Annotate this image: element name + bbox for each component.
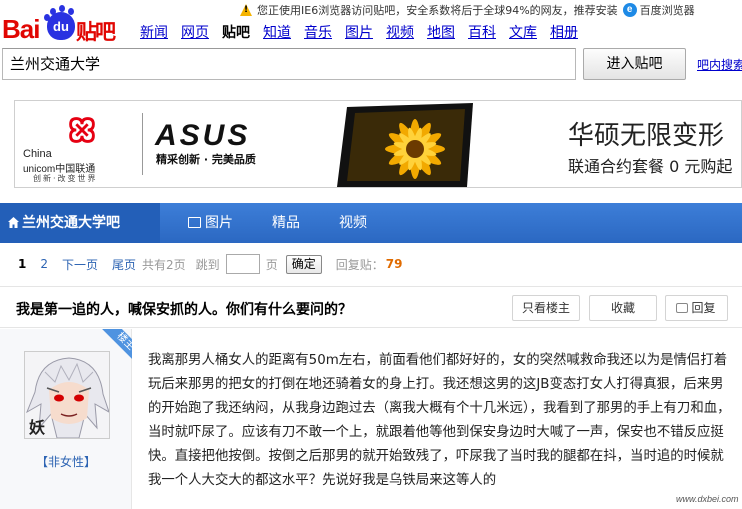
forum-video-tab[interactable]: 视频 (339, 203, 367, 243)
page-current: 1 (18, 257, 27, 271)
forum-nav-bar: 兰州交通大学吧 图片 精品 视频 (0, 203, 742, 243)
warning-icon (240, 3, 253, 16)
post-content: 我离那男人桶女人的距离有50m左右，前面看他们都好好的，女的突然喊救命我还以为是… (148, 353, 731, 488)
banner-title: 华硕无限变形 (568, 121, 725, 151)
nav-wenku[interactable]: 文库 (509, 22, 537, 42)
post-floor-1: 楼主 妖 【非女性】 我离那男人桶女人的距离有50m左右，前面看他们都好好的，女… (0, 329, 742, 509)
ad-banner[interactable]: China unicom中国联通 创新·改变世界 ASUS 精采创新 · 完美品… (14, 100, 742, 188)
notice-text: 您正使用IE6浏览器访问贴吧，安全系数将后于全球94%的网友，推荐安装 (257, 3, 618, 17)
total-pages: 共有2页 (142, 257, 186, 272)
baidu-browser-icon[interactable]: e (622, 2, 637, 17)
reply-button[interactable]: 回复 (665, 295, 728, 321)
search-input[interactable]: 兰州交通大学 (2, 48, 576, 80)
nav-music[interactable]: 音乐 (304, 22, 332, 42)
favorite-button[interactable]: 收藏 (589, 295, 657, 321)
thread-title: 我是第一追的人，喊保安抓的人。你们有什么要问的？ (16, 302, 352, 318)
nav-news[interactable]: 新闻 (140, 22, 168, 42)
reply-icon (676, 303, 688, 313)
forum-home-tab[interactable]: 兰州交通大学吧 (0, 203, 160, 243)
banner-divider (142, 113, 143, 175)
top-nav: 新闻 网页 贴吧 知道 音乐 图片 视频 地图 百科 文库 相册 (140, 22, 591, 42)
avatar-char: 妖 (29, 418, 46, 437)
nav-zhidao[interactable]: 知道 (263, 22, 291, 42)
next-page-link[interactable]: 下一页 (62, 256, 98, 273)
forum-pics-tab[interactable]: 图片 (188, 203, 233, 243)
nav-album[interactable]: 相册 (550, 22, 578, 42)
enter-tieba-button[interactable]: 进入贴吧 (583, 48, 686, 80)
browser-notice: 您正使用IE6浏览器访问贴吧，安全系数将后于全球94%的网友，推荐安装 e 百度… (238, 0, 742, 19)
baidu-browser-link[interactable]: 百度浏览器 (640, 2, 695, 18)
pagination: 1 2 下一页 尾页 共有2页 跳到 页 确定 回复贴： 79 (18, 254, 402, 274)
asus-logo: ASUS (155, 119, 251, 152)
unicom-knot-icon (69, 117, 95, 143)
page-unit-label: 页 (265, 257, 278, 272)
nav-video[interactable]: 视频 (386, 22, 414, 42)
username-link[interactable]: 【非女性】 (0, 453, 132, 470)
nav-tieba[interactable]: 贴吧 (222, 22, 250, 42)
jump-ok-button[interactable]: 确定 (285, 254, 322, 274)
baidu-tieba-logo[interactable]: Bai du 贴吧 (2, 5, 130, 44)
jump-label: 跳到 (195, 257, 220, 272)
china-unicom-logo: China unicom中国联通 创新·改变世界 (23, 111, 133, 183)
nav-web[interactable]: 网页 (181, 22, 209, 42)
reply-count: 79 (385, 257, 403, 271)
forum-featured-tab[interactable]: 精品 (272, 203, 300, 243)
only-op-button[interactable]: 只看楼主 (512, 295, 580, 321)
thread-header: 我是第一追的人，喊保安抓的人。你们有什么要问的？ 只看楼主 收藏 回复 (0, 286, 742, 328)
nav-images[interactable]: 图片 (345, 22, 373, 42)
last-page-link[interactable]: 尾页 (112, 256, 136, 273)
site-watermark: www.dxbei.com (676, 494, 739, 504)
asus-slogan: 精采创新 · 完美品质 (156, 153, 256, 166)
avatar[interactable]: 妖 (24, 351, 110, 439)
tablet-image (337, 103, 473, 187)
nav-map[interactable]: 地图 (427, 22, 455, 42)
inner-search-link[interactable]: 吧内搜索 (697, 56, 742, 73)
reply-count-label: 回复贴： (335, 257, 384, 272)
home-icon (8, 217, 19, 228)
post-author-sidebar: 楼主 妖 【非女性】 (0, 329, 132, 509)
jump-page-input[interactable] (225, 254, 260, 274)
banner-subtitle: 联通合约套餐 0 元购起 (568, 157, 733, 176)
nav-baike[interactable]: 百科 (468, 22, 496, 42)
page-2-link[interactable]: 2 (40, 257, 48, 271)
picture-icon (188, 217, 201, 228)
